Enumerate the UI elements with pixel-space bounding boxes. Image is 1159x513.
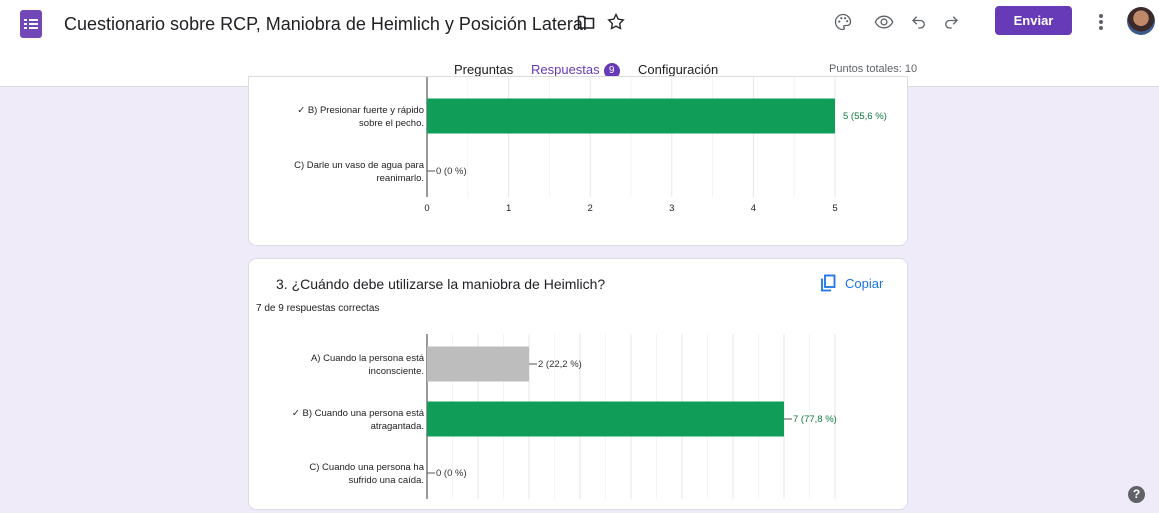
folder-icon[interactable] xyxy=(572,8,600,36)
category-label: inconsciente. xyxy=(369,366,424,377)
x-tick-label: 0 xyxy=(424,203,429,214)
data-label: 7 (77,8 %) xyxy=(793,414,837,425)
category-label: C) Cuando una persona ha xyxy=(309,462,424,473)
category-label: reanimarlo. xyxy=(376,173,424,184)
data-label: 2 (22,2 %) xyxy=(538,359,582,370)
form-title[interactable]: Cuestionario sobre RCP, Maniobra de Heim… xyxy=(64,14,586,35)
category-label: C) Darle un vaso de agua para xyxy=(294,160,425,171)
x-tick-label: 5 xyxy=(832,203,837,214)
bar-1 xyxy=(427,401,784,437)
total-points: Puntos totales: 10 xyxy=(829,63,918,75)
x-tick-label: 2 xyxy=(588,203,593,214)
question-card-2: ✓ B) Presionar fuerte y rápido sobre el p… xyxy=(248,76,908,246)
category-label: sufrido una caída. xyxy=(348,475,424,486)
send-button[interactable]: Enviar xyxy=(995,6,1072,35)
data-label: 0 (0 %) xyxy=(436,468,467,479)
tab-settings[interactable]: Configuración xyxy=(638,62,718,77)
tab-questions[interactable]: Preguntas xyxy=(454,62,513,77)
question-card-3: 3. ¿Cuándo debe utilizarse la maniobra d… xyxy=(248,258,908,510)
data-label: 0 (0 %) xyxy=(436,166,467,177)
eye-icon[interactable] xyxy=(870,8,898,36)
redo-icon[interactable] xyxy=(937,8,965,36)
category-label: A) Cuando la persona está xyxy=(311,353,425,364)
bar-0 xyxy=(427,98,835,134)
question-3-chart: A) Cuando la persona está inconsciente. 2 … xyxy=(292,334,837,499)
tab-responses-label: Respuestas xyxy=(531,62,600,77)
x-tick-label: 4 xyxy=(751,203,756,214)
category-label: sobre el pecho. xyxy=(359,118,424,129)
forms-logo-icon[interactable] xyxy=(20,10,42,38)
palette-icon[interactable] xyxy=(829,8,857,36)
more-vert-icon[interactable] xyxy=(1087,8,1115,36)
data-label: 5 (55,6 %) xyxy=(843,111,887,122)
avatar[interactable] xyxy=(1127,7,1155,35)
x-tick-label: 1 xyxy=(506,203,511,214)
category-label: ✓ B) Cuando una persona está xyxy=(292,408,425,419)
category-label: atragantada. xyxy=(371,421,424,432)
help-icon[interactable]: ? xyxy=(1128,486,1145,503)
x-tick-label: 3 xyxy=(669,203,674,214)
question-2-chart: ✓ B) Presionar fuerte y rápido sobre el p… xyxy=(294,77,887,214)
undo-icon[interactable] xyxy=(905,8,933,36)
bar-0 xyxy=(427,346,529,382)
top-bar: Cuestionario sobre RCP, Maniobra de Heim… xyxy=(0,0,1159,87)
category-label: ✓ B) Presionar fuerte y rápido xyxy=(297,105,424,116)
star-icon[interactable] xyxy=(602,8,630,36)
